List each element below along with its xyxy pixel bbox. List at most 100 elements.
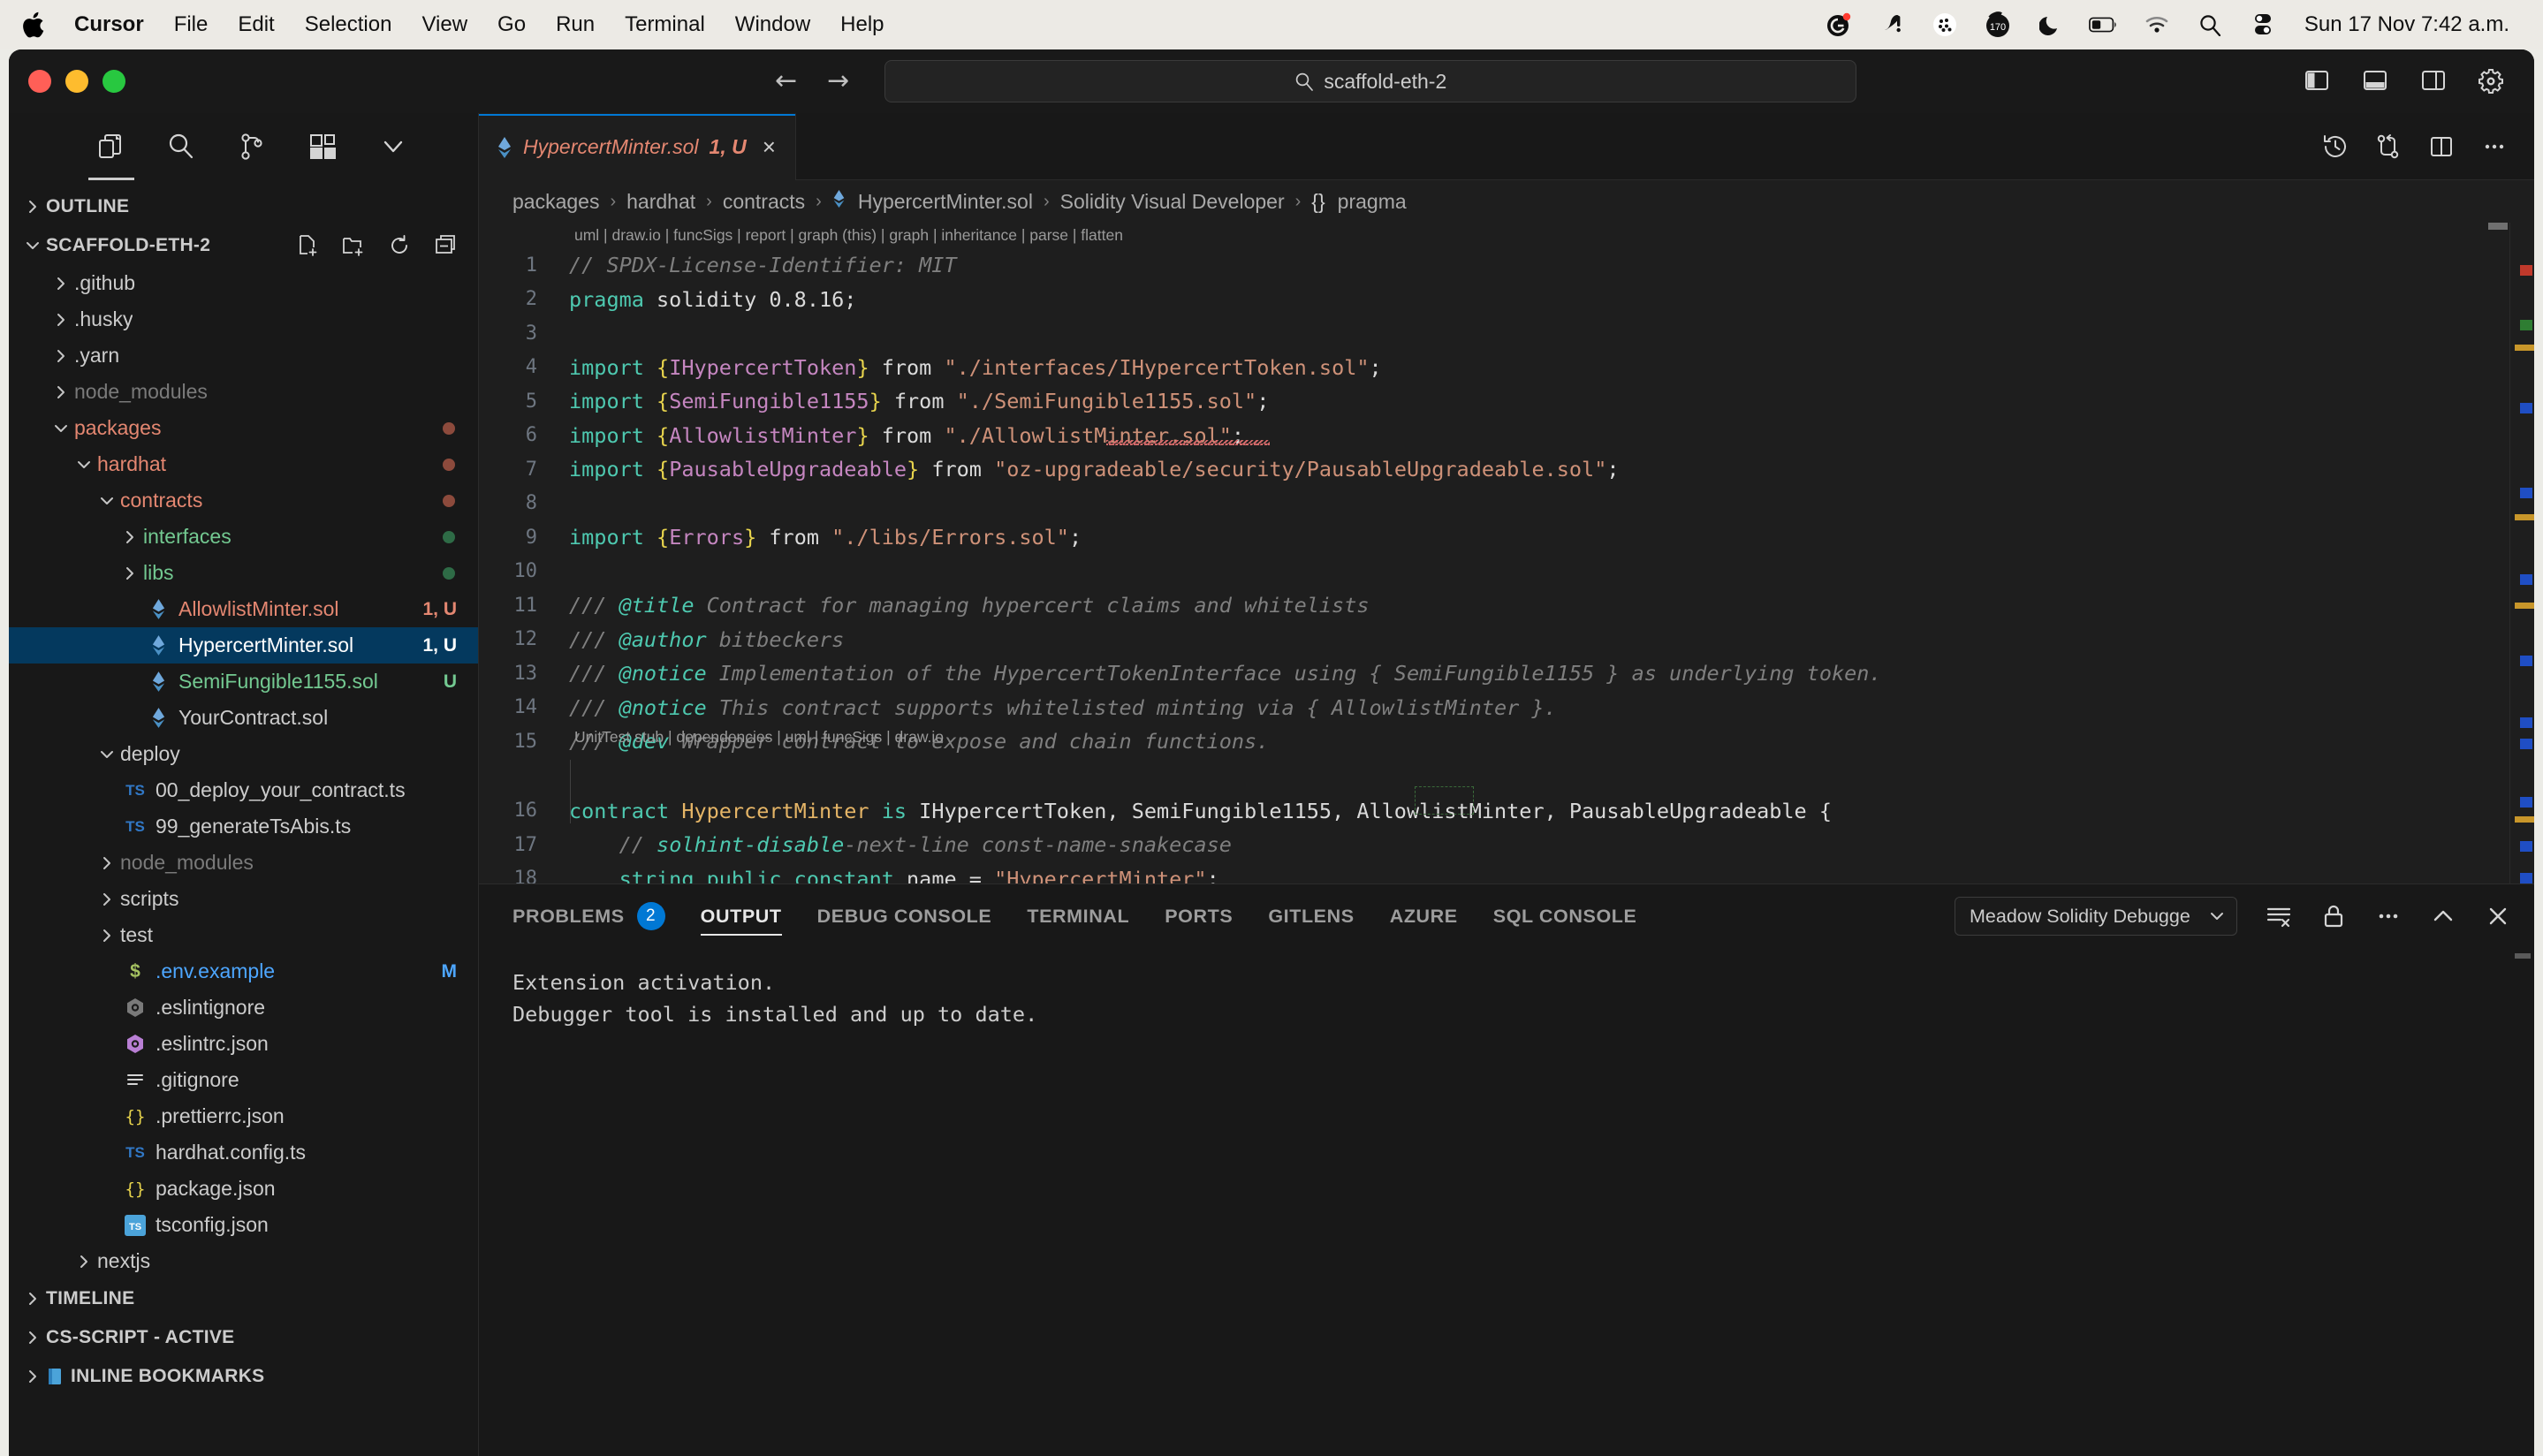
- close-tab-icon[interactable]: ×: [763, 133, 776, 161]
- close-window-button[interactable]: [28, 70, 51, 93]
- chevron-right-icon[interactable]: [117, 565, 143, 581]
- tree-item-99-generatetsabis-ts[interactable]: TS 99_generateTsAbis.ts: [9, 808, 478, 845]
- battery-icon[interactable]: [2088, 10, 2119, 40]
- spotlight-search-icon[interactable]: [2195, 10, 2225, 40]
- chevron-right-icon[interactable]: [48, 384, 74, 400]
- tree-item--eslintignore[interactable]: .eslintignore: [9, 990, 478, 1026]
- chevron-right-icon[interactable]: [94, 928, 120, 944]
- refresh-explorer-icon[interactable]: [388, 234, 411, 257]
- tree-item-nextjs[interactable]: nextjs: [9, 1243, 478, 1279]
- source-control-icon[interactable]: [237, 132, 269, 163]
- chevron-down-icon[interactable]: [378, 132, 410, 163]
- codelens-pragma[interactable]: uml | draw.io | funcSigs | report | grap…: [574, 226, 1123, 245]
- toggle-primary-sidebar-button[interactable]: [2303, 68, 2333, 95]
- split-editor-icon[interactable]: [2428, 133, 2455, 160]
- chevron-down-icon[interactable]: [94, 747, 120, 762]
- tree-item-hardhat[interactable]: hardhat: [9, 446, 478, 482]
- output-view[interactable]: Extension activation. Debugger tool is in…: [479, 948, 2534, 1031]
- lock-scroll-icon[interactable]: [2320, 903, 2347, 929]
- breadcrumb-item[interactable]: contracts: [723, 190, 805, 214]
- grammarly-icon[interactable]: [1824, 10, 1854, 40]
- panel-tab-gitlens[interactable]: GITLENS: [1268, 884, 1354, 948]
- menu-item-go[interactable]: Go: [482, 14, 541, 35]
- codelens-contract[interactable]: UnitTest stub | dependencies | uml | fun…: [574, 728, 944, 747]
- gear-icon[interactable]: [2478, 68, 2508, 95]
- control-center-icon[interactable]: [2248, 10, 2278, 40]
- toggle-secondary-sidebar-button[interactable]: [2419, 68, 2449, 95]
- sidebar-section-cs-script-active[interactable]: CS-SCRIPT - ACTIVE: [9, 1318, 478, 1357]
- menu-item-cursor[interactable]: Cursor: [69, 14, 159, 35]
- panel-tab-debug-console[interactable]: DEBUG CONSOLE: [817, 884, 992, 948]
- clear-output-icon[interactable]: [2266, 903, 2292, 929]
- tree-item-00-deploy-your-contract-ts[interactable]: TS 00_deploy_your_contract.ts: [9, 772, 478, 808]
- chevron-down-icon[interactable]: [94, 493, 120, 509]
- toggle-panel-button[interactable]: [2361, 68, 2391, 95]
- new-folder-icon[interactable]: [342, 234, 365, 257]
- chevron-right-icon[interactable]: [48, 276, 74, 292]
- menu-item-terminal[interactable]: Terminal: [610, 14, 720, 35]
- extensions-icon[interactable]: [307, 132, 339, 163]
- tree-item-semifungible1155-sol[interactable]: SemiFungible1155.sol U: [9, 664, 478, 700]
- tree-item-interfaces[interactable]: interfaces: [9, 519, 478, 555]
- tree-item-hypercertminter-sol[interactable]: HypercertMinter.sol 1, U: [9, 627, 478, 664]
- maximize-window-button[interactable]: [102, 70, 125, 93]
- tree-item-packages[interactable]: packages: [9, 410, 478, 446]
- panel-tab-azure[interactable]: AZURE: [1390, 884, 1458, 948]
- tree-item--github[interactable]: .github: [9, 265, 478, 301]
- tree-item--prettierrc-json[interactable]: {} .prettierrc.json: [9, 1098, 478, 1134]
- sidebar-section-inline-bookmarks[interactable]: INLINE BOOKMARKS: [9, 1357, 478, 1396]
- quick-open-search-bar[interactable]: scaffold-eth-2: [884, 60, 1857, 102]
- chevron-down-icon[interactable]: [71, 457, 97, 473]
- explorer-icon[interactable]: [88, 132, 134, 180]
- dropbox-icon[interactable]: [1930, 10, 1960, 40]
- timeline-history-icon[interactable]: [2322, 133, 2349, 160]
- panel-tab-output[interactable]: OUTPUT: [700, 884, 782, 948]
- tree-item--gitignore[interactable]: .gitignore: [9, 1062, 478, 1098]
- tree-item-contracts[interactable]: contracts: [9, 482, 478, 519]
- breadcrumb-item[interactable]: HypercertMinter.sol: [858, 190, 1033, 214]
- menu-item-run[interactable]: Run: [541, 14, 610, 35]
- minimize-window-button[interactable]: [65, 70, 88, 93]
- panel-tab-problems[interactable]: PROBLEMS 2: [512, 884, 665, 948]
- tree-item-package-json[interactable]: {} package.json: [9, 1171, 478, 1207]
- menu-item-edit[interactable]: Edit: [223, 14, 289, 35]
- tree-item-yourcontract-sol[interactable]: YourContract.sol: [9, 700, 478, 736]
- panel-more-actions-icon[interactable]: [2375, 903, 2402, 929]
- tree-item-tsconfig-json[interactable]: TS tsconfig.json: [9, 1207, 478, 1243]
- wifi-icon[interactable]: [2142, 10, 2172, 40]
- chevron-right-icon[interactable]: [117, 529, 143, 545]
- tree-item-scripts[interactable]: scripts: [9, 881, 478, 917]
- menu-bar-clock[interactable]: Sun 17 Nov 7:42 a.m.: [2304, 12, 2509, 37]
- sidebar-section-outline[interactable]: OUTLINE: [9, 187, 478, 226]
- panel-scrollbar-thumb[interactable]: [2515, 953, 2531, 959]
- go-back-icon[interactable]: ←: [775, 68, 797, 95]
- tree-item-deploy[interactable]: deploy: [9, 736, 478, 772]
- menu-item-window[interactable]: Window: [720, 14, 825, 35]
- chevron-right-icon[interactable]: [48, 312, 74, 328]
- panel-tab-ports[interactable]: PORTS: [1165, 884, 1233, 948]
- maximize-panel-icon[interactable]: [2430, 903, 2456, 929]
- sidebar-section-workspace[interactable]: SCAFFOLD-ETH-2: [9, 226, 478, 265]
- panel-tab-sql-console[interactable]: SQL CONSOLE: [1493, 884, 1637, 948]
- breadcrumb-item[interactable]: pragma: [1338, 190, 1407, 214]
- tree-item--yarn[interactable]: .yarn: [9, 337, 478, 374]
- tree-item-hardhat-config-ts[interactable]: TS hardhat.config.ts: [9, 1134, 478, 1171]
- tree-item-node-modules[interactable]: node_modules: [9, 845, 478, 881]
- chevron-right-icon[interactable]: [94, 891, 120, 907]
- tree-item-libs[interactable]: libs: [9, 555, 478, 591]
- tree-item-node-modules[interactable]: node_modules: [9, 374, 478, 410]
- editor-tab-hypercertminter[interactable]: HypercertMinter.sol 1, U ×: [479, 113, 796, 180]
- chevron-right-icon[interactable]: [48, 348, 74, 364]
- menu-item-selection[interactable]: Selection: [290, 14, 407, 35]
- breadcrumb-item[interactable]: packages: [512, 190, 599, 214]
- menu-item-view[interactable]: View: [406, 14, 482, 35]
- panel-tab-terminal[interactable]: TERMINAL: [1027, 884, 1129, 948]
- stats-counter-icon[interactable]: 170: [1983, 10, 2013, 40]
- tree-item--eslintrc-json[interactable]: .eslintrc.json: [9, 1026, 478, 1062]
- tree-item-test[interactable]: test: [9, 917, 478, 953]
- tree-item--env-example[interactable]: $ .env.example M: [9, 953, 478, 990]
- tree-item--husky[interactable]: .husky: [9, 301, 478, 337]
- collapse-folders-icon[interactable]: [434, 234, 457, 257]
- chevron-right-icon[interactable]: [71, 1254, 97, 1270]
- go-forward-icon[interactable]: →: [827, 68, 849, 95]
